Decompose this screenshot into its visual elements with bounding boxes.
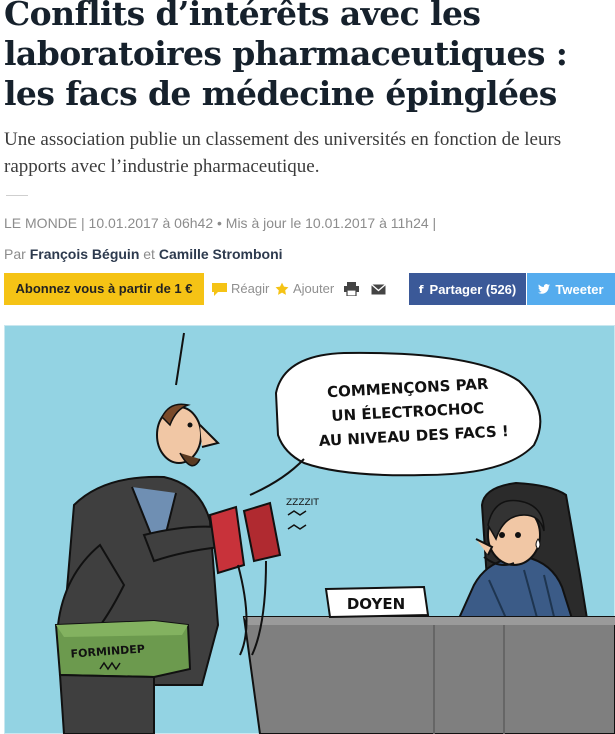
article-toolbar: Abonnez vous à partir de 1 € Réagir Ajou…	[4, 273, 615, 305]
twitter-icon	[538, 284, 551, 294]
speech-bubble-icon	[212, 282, 227, 296]
react-label: Réagir	[231, 281, 270, 296]
tweet-button[interactable]: Tweeter	[527, 273, 615, 305]
add-button[interactable]: Ajouter	[275, 273, 334, 305]
print-button[interactable]	[344, 273, 359, 305]
sound-effect: ZZZZIT	[286, 498, 319, 508]
print-icon	[344, 282, 359, 296]
facebook-icon: f	[418, 282, 424, 296]
mail-icon	[371, 283, 386, 294]
author-link[interactable]: Camille Stromboni	[159, 246, 283, 262]
article-meta: LE MONDE | 10.01.2017 à 06h42 • Mis à jo…	[4, 215, 437, 231]
react-button[interactable]: Réagir	[212, 273, 269, 305]
byline-prefix: Par	[4, 246, 26, 262]
article-lede: Une association publie un classement des…	[4, 129, 562, 177]
star-icon	[275, 282, 289, 295]
article-headline: Conflits d’intérêts avec les laboratoire…	[4, 0, 568, 113]
email-button[interactable]	[371, 273, 386, 305]
divider	[6, 195, 28, 196]
facebook-share-label: Partager (526)	[429, 281, 517, 297]
cartoon-illustration: DOYEN COMMENÇONS PAR UN ÉLECTROCHOC AU N…	[4, 325, 615, 734]
byline-conjunction: et	[143, 246, 155, 262]
subscribe-button[interactable]: Abonnez vous à partir de 1 €	[4, 273, 204, 305]
author-link[interactable]: François Béguin	[30, 246, 140, 262]
tweet-label: Tweeter	[555, 281, 604, 297]
add-label: Ajouter	[293, 281, 335, 296]
facebook-share-button[interactable]: f Partager (526)	[409, 273, 526, 305]
byline: Par François Béguin et Camille Stromboni	[4, 246, 283, 262]
desk-nameplate: DOYEN	[347, 595, 405, 613]
